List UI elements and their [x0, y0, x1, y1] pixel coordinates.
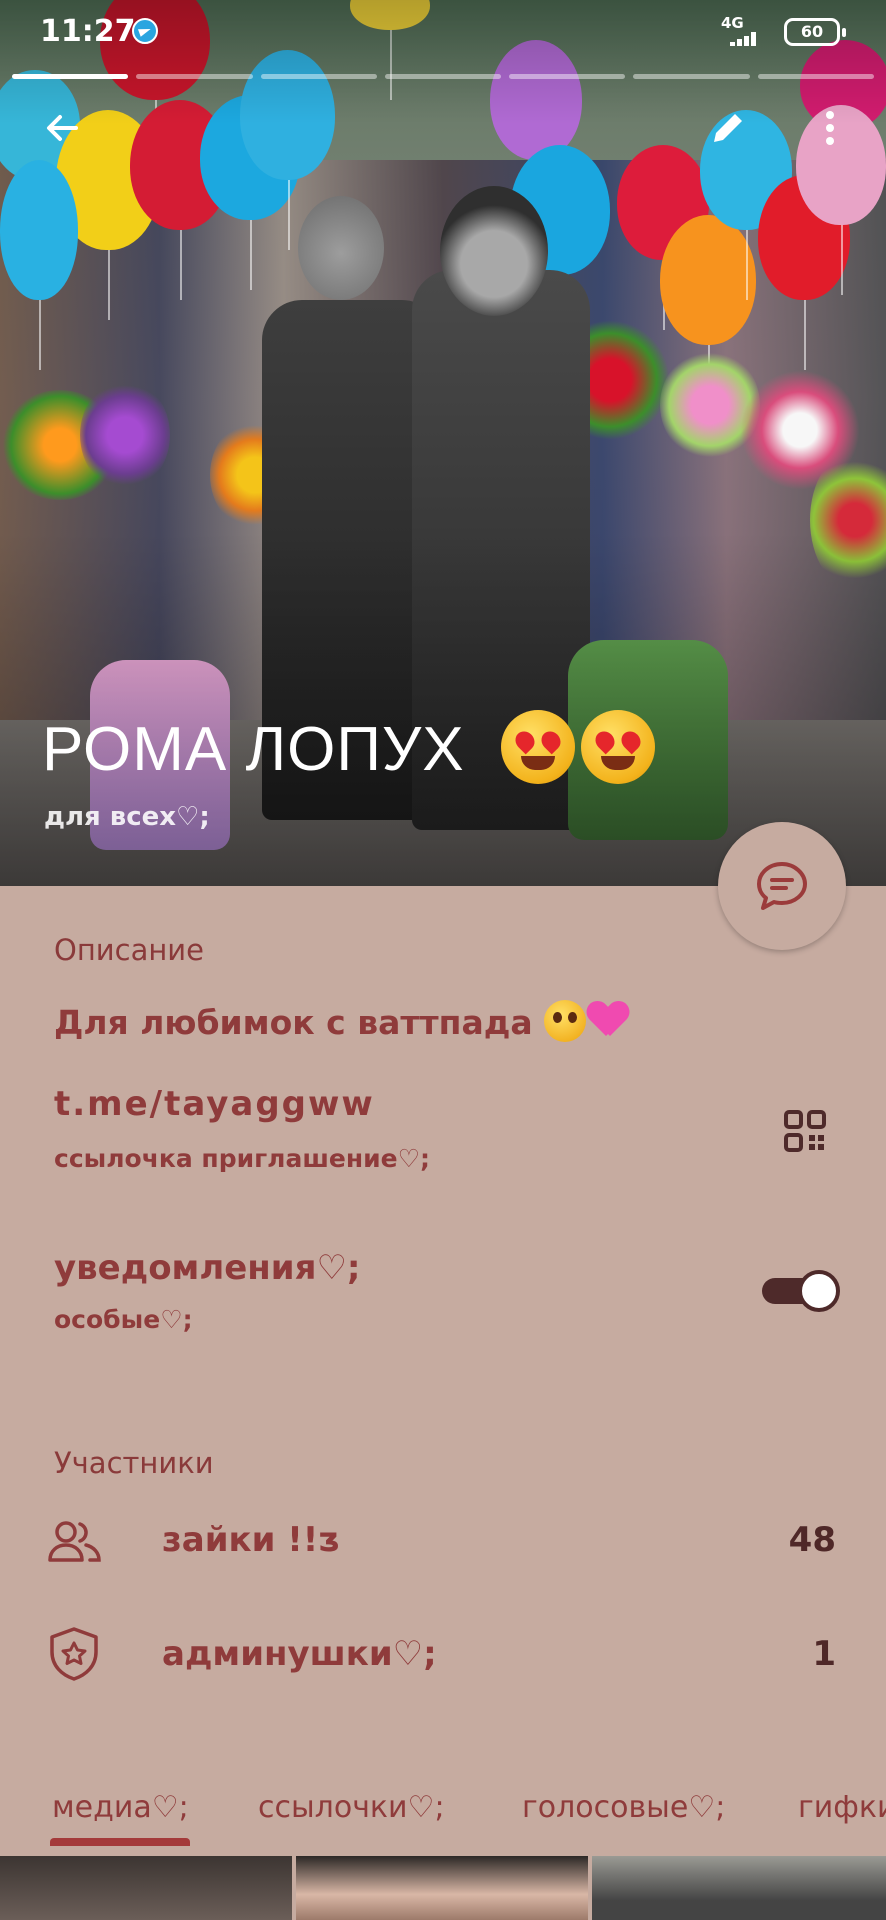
photo-progress-segment	[260, 74, 377, 79]
description-text: Для любимок с ваттпада	[54, 1000, 628, 1042]
battery-icon: 60	[784, 18, 846, 46]
qr-code-icon	[784, 1110, 826, 1152]
chat-header-photo: 11:27 4G 60 РОМА ЛОПУХ для всех♡;	[0, 0, 886, 886]
message-button[interactable]	[718, 822, 846, 950]
active-tab-indicator	[50, 1838, 190, 1846]
photo-progress-segment	[384, 74, 502, 79]
media-thumbnail[interactable]	[592, 1856, 886, 1920]
tab-links[interactable]: ссылочки♡;	[258, 1790, 445, 1825]
chat-title-text: РОМА ЛОПУХ	[42, 715, 465, 784]
people-icon	[48, 1521, 101, 1562]
toggle-knob	[798, 1270, 840, 1312]
photo-progress-bars	[12, 74, 874, 79]
telegram-notification-icon	[132, 18, 158, 44]
members-count: 48	[788, 1520, 836, 1560]
back-button[interactable]	[34, 100, 90, 156]
tab-voice[interactable]: голосовые♡;	[522, 1790, 725, 1825]
arrow-left-icon	[47, 115, 78, 141]
pink-heart-emoji-icon	[588, 1000, 628, 1040]
media-thumbnail[interactable]	[296, 1856, 588, 1920]
heart-eyes-emoji-icon	[580, 710, 655, 784]
description-label: Описание	[54, 933, 204, 967]
qr-code-button[interactable]	[784, 1110, 826, 1152]
tab-gifs[interactable]: гифки	[798, 1790, 886, 1825]
pencil-icon	[714, 114, 742, 142]
chat-bubble-icon	[757, 862, 807, 910]
admins-row-label: админушки♡;	[162, 1634, 437, 1674]
notifications-toggle[interactable]	[762, 1268, 840, 1312]
admins-count: 1	[812, 1634, 836, 1674]
media-thumbnail[interactable]	[0, 1856, 292, 1920]
photo-progress-segment	[509, 74, 626, 79]
description-text-value: Для любимок с ваттпада	[54, 1003, 533, 1042]
tab-media[interactable]: медиа♡;	[52, 1790, 189, 1825]
chat-subtitle: для всех♡;	[44, 802, 210, 832]
notifications-subtitle: особые♡;	[54, 1305, 193, 1334]
pleading-face-emoji-icon	[544, 1000, 587, 1042]
more-vertical-icon	[826, 111, 834, 145]
edit-button[interactable]	[700, 100, 756, 156]
invite-link[interactable]: t.me/tayaggww	[54, 1084, 375, 1124]
photo-progress-segment	[633, 74, 750, 79]
heart-eyes-emoji-icon	[500, 710, 575, 784]
status-time: 11:27	[40, 14, 136, 49]
photo-progress-segment	[136, 74, 253, 79]
signal-icon	[726, 32, 760, 46]
members-label: Участники	[54, 1446, 214, 1480]
members-row-label: зайки !!ᴣ	[162, 1520, 341, 1560]
invite-link-caption: ссылочка приглашение♡;	[54, 1144, 431, 1173]
chat-title: РОМА ЛОПУХ	[42, 710, 655, 785]
more-options-button[interactable]	[802, 100, 858, 156]
shield-star-icon	[50, 1627, 98, 1681]
notifications-title: уведомления♡;	[54, 1248, 361, 1288]
network-type: 4G	[721, 14, 744, 32]
photo-progress-segment	[12, 74, 129, 79]
media-grid	[0, 1856, 886, 1920]
photo-progress-segment	[757, 74, 874, 79]
